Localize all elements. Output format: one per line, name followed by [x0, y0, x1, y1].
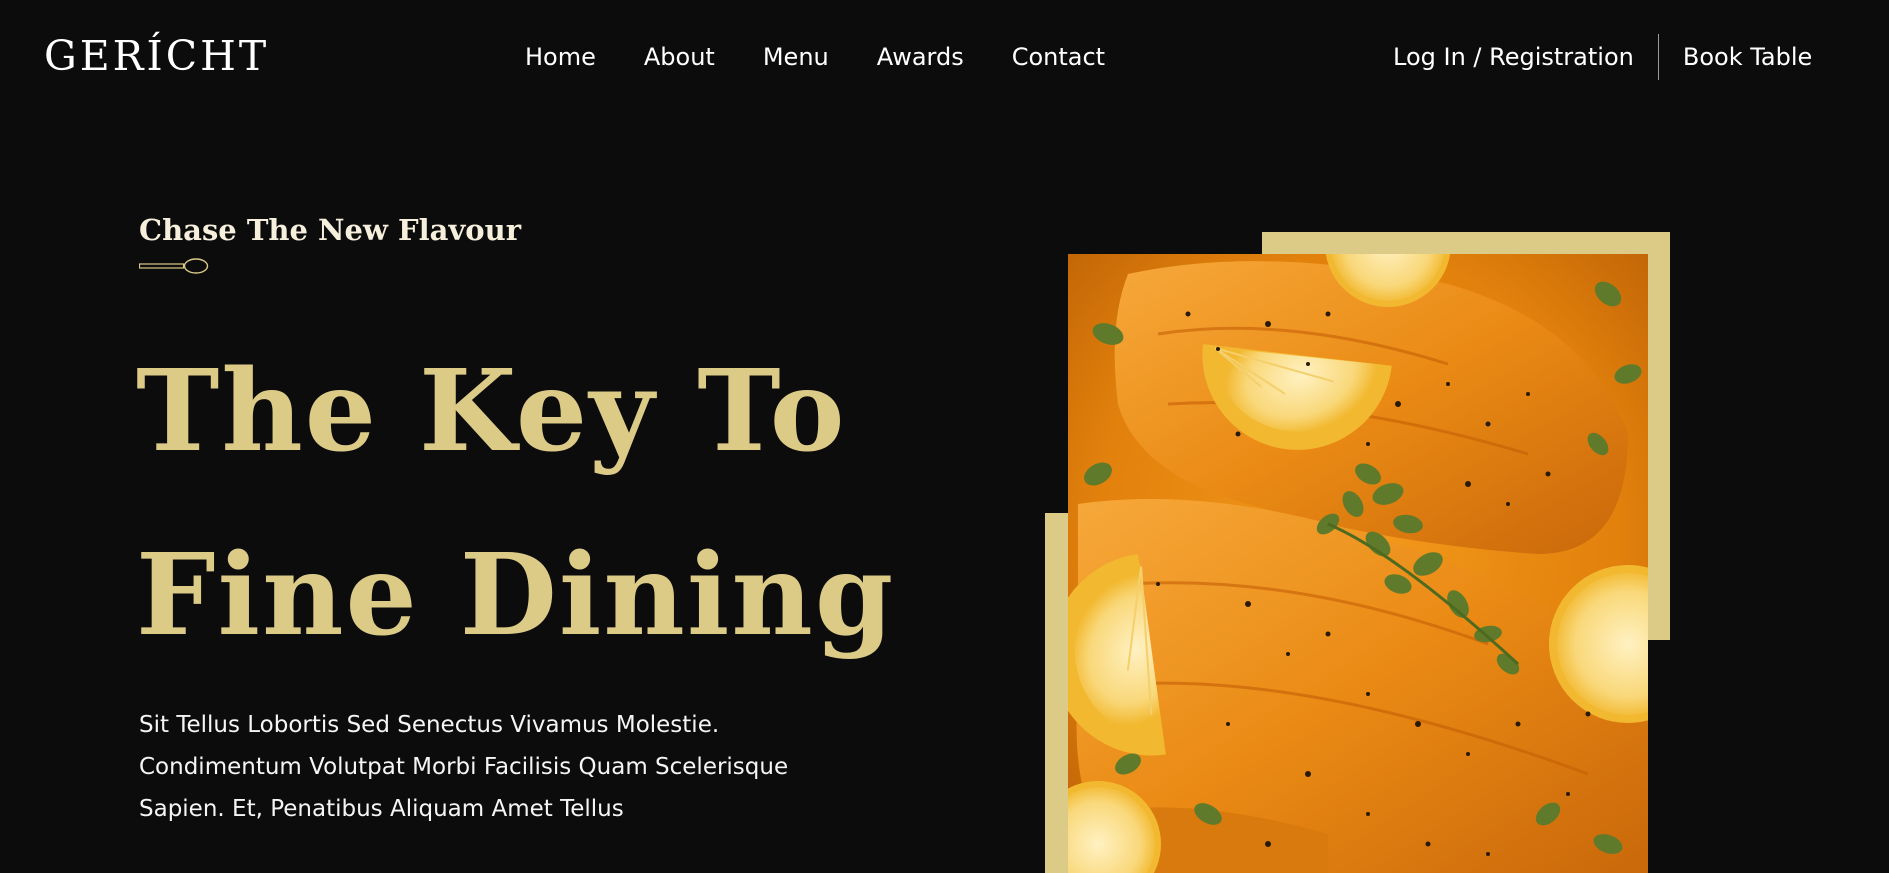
hero-headline: The Key To Fine Dining — [136, 320, 895, 688]
nav-link-about[interactable]: About — [644, 40, 715, 74]
nav-link-contact[interactable]: Contact — [1012, 40, 1105, 74]
nav-link-home[interactable]: Home — [525, 40, 596, 74]
hero-subtitle: Chase The New Flavour — [139, 213, 522, 247]
nav-actions: Log In / Registration Book Table — [1393, 34, 1812, 80]
headline-line-1: The Key To — [136, 346, 847, 477]
description-line: Sit Tellus Lobortis Sed Senectus Vivamus… — [139, 712, 720, 738]
brand-logo[interactable]: GERÍCHT — [44, 30, 269, 82]
headline-line-2: Fine Dining — [136, 530, 896, 661]
navbar: GERÍCHT Home About Menu Awards Contact L… — [0, 0, 1889, 115]
nav-links: Home About Menu Awards Contact — [525, 40, 1105, 74]
login-registration-link[interactable]: Log In / Registration — [1393, 34, 1658, 80]
salmon-dish-photo — [1068, 254, 1648, 873]
description-line: Sapien. Et, Penatibus Aliquam Amet Tellu… — [139, 796, 624, 822]
salmon-dish-illustration — [1068, 254, 1648, 873]
book-table-link[interactable]: Book Table — [1659, 34, 1812, 80]
nav-link-menu[interactable]: Menu — [763, 40, 829, 74]
description-line: Condimentum Volutpat Morbi Facilisis Qua… — [139, 754, 789, 780]
spoon-icon — [139, 258, 209, 274]
hero-description: Sit Tellus Lobortis Sed Senectus Vivamus… — [139, 704, 859, 830]
nav-link-awards[interactable]: Awards — [877, 40, 964, 74]
